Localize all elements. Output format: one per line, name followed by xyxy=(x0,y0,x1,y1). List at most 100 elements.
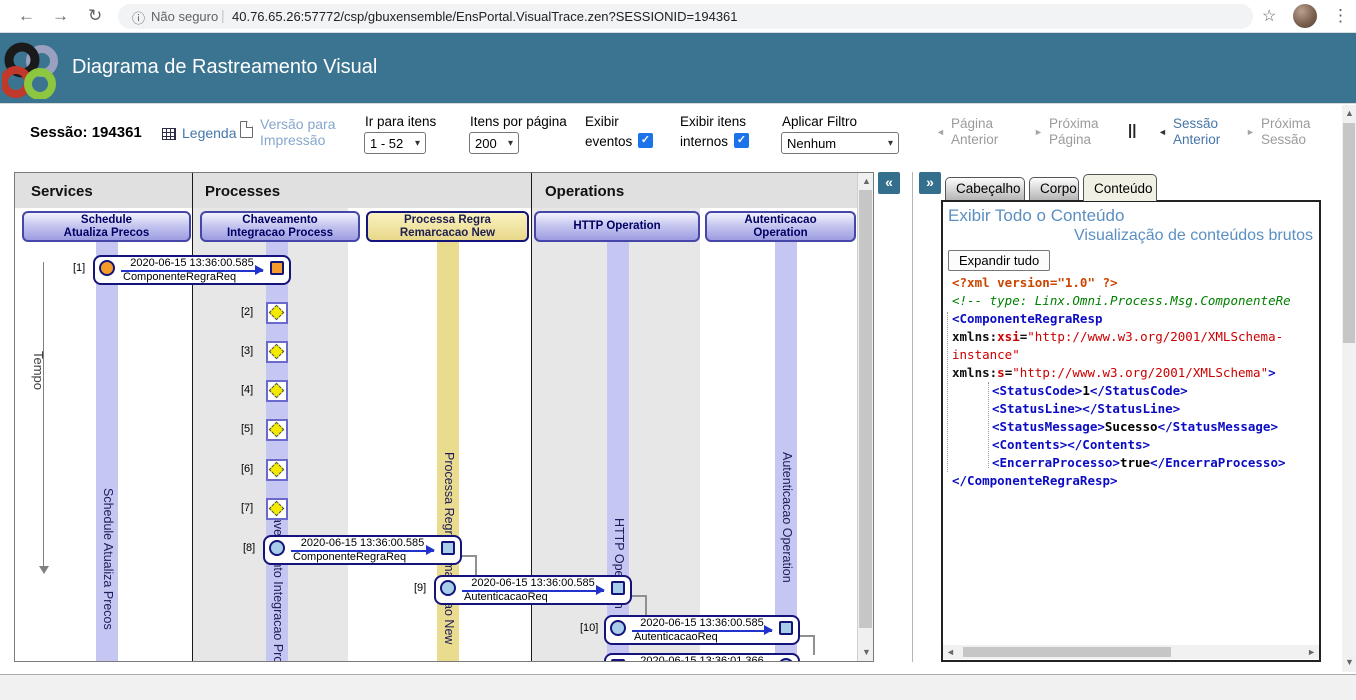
prev-page-button[interactable]: Página Anterior xyxy=(951,116,998,148)
lane-header-processa-regra[interactable]: Processa Regra Remarcacao New xyxy=(366,211,529,242)
ensemble-logo xyxy=(2,41,64,99)
trace-item-id: [6] xyxy=(241,463,253,475)
trace-item-id: [7] xyxy=(241,502,253,514)
trace-event-item[interactable] xyxy=(266,302,288,324)
tempo-axis-arrow-icon xyxy=(39,566,49,574)
lane-header-http-operation[interactable]: HTTP Operation xyxy=(534,211,700,242)
browser-menu-icon[interactable]: ⋮ xyxy=(1332,6,1349,26)
lane-vlabel-autenticacao: Autenticacao Operation xyxy=(780,452,794,583)
goto-items-label: Ir para itens xyxy=(365,114,436,129)
browser-chrome: ← → ↻ ⓘ Não seguro | 40.76.65.26:57772/c… xyxy=(0,0,1356,33)
scroll-up-icon[interactable]: ▲ xyxy=(862,176,871,186)
event-diamond-icon xyxy=(269,422,285,438)
show-events-checkbox[interactable]: ✓ xyxy=(638,133,653,148)
show-all-content-link[interactable]: Exibir Todo o Conteúdo xyxy=(948,206,1124,226)
lane-header-autenticacao[interactable]: Autenticacao Operation xyxy=(705,211,856,242)
lane-header-line2: Atualiza Precos xyxy=(24,227,189,240)
trace-item-message[interactable]: 2020-06-15 13:36:00.585 AutenticacaoReq xyxy=(604,615,800,645)
scrollbar-thumb[interactable] xyxy=(1343,123,1355,343)
xml-line: <EncerraProcesso>true</EncerraProcesso> xyxy=(946,454,1314,472)
goto-items-select[interactable]: 1 - 52 ▾ xyxy=(364,132,426,154)
scrollbar-thumb[interactable] xyxy=(963,647,1171,657)
prev-session-button[interactable]: Sessão Anterior xyxy=(1173,116,1220,148)
lane-header-line1: Schedule xyxy=(24,214,189,227)
trace-event-item[interactable] xyxy=(266,498,288,520)
collapse-right-button[interactable]: » xyxy=(919,172,941,194)
page-title: Diagrama de Rastreamento Visual xyxy=(72,56,377,79)
sender-node-icon xyxy=(778,658,794,661)
scroll-up-icon[interactable]: ▲ xyxy=(1345,108,1354,118)
tab-conteudo[interactable]: Conteúdo xyxy=(1083,174,1157,201)
next-session-button[interactable]: Próxima Sessão xyxy=(1261,116,1311,148)
browser-forward-icon[interactable]: → xyxy=(52,6,69,26)
prev-page-label-line2: Anterior xyxy=(951,132,998,148)
group-title-services: Services xyxy=(31,183,93,200)
diagram-vertical-scrollbar[interactable]: ▲ ▼ xyxy=(857,173,873,661)
screen: ← → ↻ ⓘ Não seguro | 40.76.65.26:57772/c… xyxy=(0,0,1356,700)
expand-all-button[interactable]: Expandir tudo xyxy=(948,250,1050,271)
profile-avatar[interactable] xyxy=(1293,4,1317,28)
trace-item-name: AutenticacaoReq xyxy=(634,631,718,643)
tab-corpo[interactable]: Corpo xyxy=(1029,177,1079,200)
items-per-page-value: 200 xyxy=(475,136,497,151)
scroll-down-icon[interactable]: ▼ xyxy=(1345,657,1354,667)
panel-horizontal-scrollbar[interactable]: ◄ ► xyxy=(943,645,1319,659)
sender-node-icon xyxy=(440,580,456,596)
xml-line: instance" xyxy=(946,346,1314,364)
prev-page-arrow-icon: ◄ xyxy=(936,127,945,137)
sender-node-icon xyxy=(99,260,115,276)
group-header-band xyxy=(15,173,857,208)
trace-event-item[interactable] xyxy=(266,341,288,363)
lane-header-line2: Operation xyxy=(707,227,854,240)
print-version-link-line2[interactable]: Impressão xyxy=(260,132,325,148)
trace-item-message[interactable]: 2020-06-15 13:36:01.366 xyxy=(604,653,800,661)
trace-item-time: 2020-06-15 13:36:01.366 xyxy=(632,655,772,661)
xml-line: <StatusMessage>Sucesso</StatusMessage> xyxy=(946,418,1314,436)
scroll-left-icon[interactable]: ◄ xyxy=(946,647,955,657)
site-info-icon[interactable]: ⓘ xyxy=(132,8,145,27)
lane-header-schedule[interactable]: Schedule Atualiza Precos xyxy=(22,211,191,242)
trace-item-message[interactable]: 2020-06-15 13:36:00.585 AutenticacaoReq xyxy=(434,575,632,605)
receiver-node-icon xyxy=(441,541,455,555)
scroll-down-icon[interactable]: ▼ xyxy=(862,647,871,657)
show-internal-label-line2: internos xyxy=(680,134,728,149)
trace-item-id: [8] xyxy=(243,542,255,554)
trace-event-item[interactable] xyxy=(266,380,288,402)
print-version-link-line1[interactable]: Versão para xyxy=(260,116,336,132)
browser-reload-icon[interactable]: ↻ xyxy=(88,6,102,26)
show-internal-label-line1: Exibir itens xyxy=(680,114,746,129)
trace-item-message[interactable]: 2020-06-15 13:36:00.585 ComponenteRegraR… xyxy=(263,535,462,565)
browser-back-icon[interactable]: ← xyxy=(18,6,35,26)
message-arrow-head-icon xyxy=(426,545,435,555)
legend-link[interactable]: Legenda xyxy=(182,125,237,141)
trace-item-id: [4] xyxy=(241,384,253,396)
next-page-button[interactable]: Próxima Página xyxy=(1049,116,1099,148)
raw-content-view-label: Visualização de conteúdos brutos xyxy=(1074,227,1313,245)
items-per-page-select[interactable]: 200 ▾ xyxy=(469,132,519,154)
url-separator: | xyxy=(221,7,225,23)
apply-filter-select[interactable]: Nenhum ▾ xyxy=(781,132,899,154)
items-per-page-label: Itens por página xyxy=(470,114,567,129)
lane-vlabel-chaveamento: Chaveamento Integracao Process xyxy=(271,500,285,661)
url-bar[interactable]: ⓘ Não seguro | 40.76.65.26:57772/csp/gbu… xyxy=(118,4,1253,29)
event-diamond-icon xyxy=(269,462,285,478)
prev-page-label-line1: Página xyxy=(951,116,998,132)
tab-cabecalho[interactable]: Cabeçalho xyxy=(945,177,1025,200)
group-title-operations: Operations xyxy=(545,183,624,200)
trace-event-item[interactable] xyxy=(266,419,288,441)
event-diamond-icon xyxy=(269,305,285,321)
trace-event-item[interactable] xyxy=(266,459,288,481)
chevron-down-icon: ▾ xyxy=(888,138,893,149)
lane-header-line2: Integracao Process xyxy=(202,227,358,240)
scrollbar-thumb[interactable] xyxy=(859,190,872,628)
receiver-node-icon xyxy=(270,261,284,275)
event-diamond-icon xyxy=(269,344,285,360)
panel-splitter[interactable] xyxy=(912,172,913,662)
page-vertical-scrollbar[interactable]: ▲ ▼ xyxy=(1342,105,1356,672)
scroll-right-icon[interactable]: ► xyxy=(1307,647,1316,657)
trace-item-message[interactable]: 2020-06-15 13:36:00.585 ComponenteRegraR… xyxy=(93,255,291,285)
collapse-left-button[interactable]: « xyxy=(878,172,900,194)
bookmark-star-icon[interactable]: ☆ xyxy=(1262,6,1276,26)
lane-header-chaveamento[interactable]: Chaveamento Integracao Process xyxy=(200,211,360,242)
show-internal-checkbox[interactable]: ✓ xyxy=(734,133,749,148)
